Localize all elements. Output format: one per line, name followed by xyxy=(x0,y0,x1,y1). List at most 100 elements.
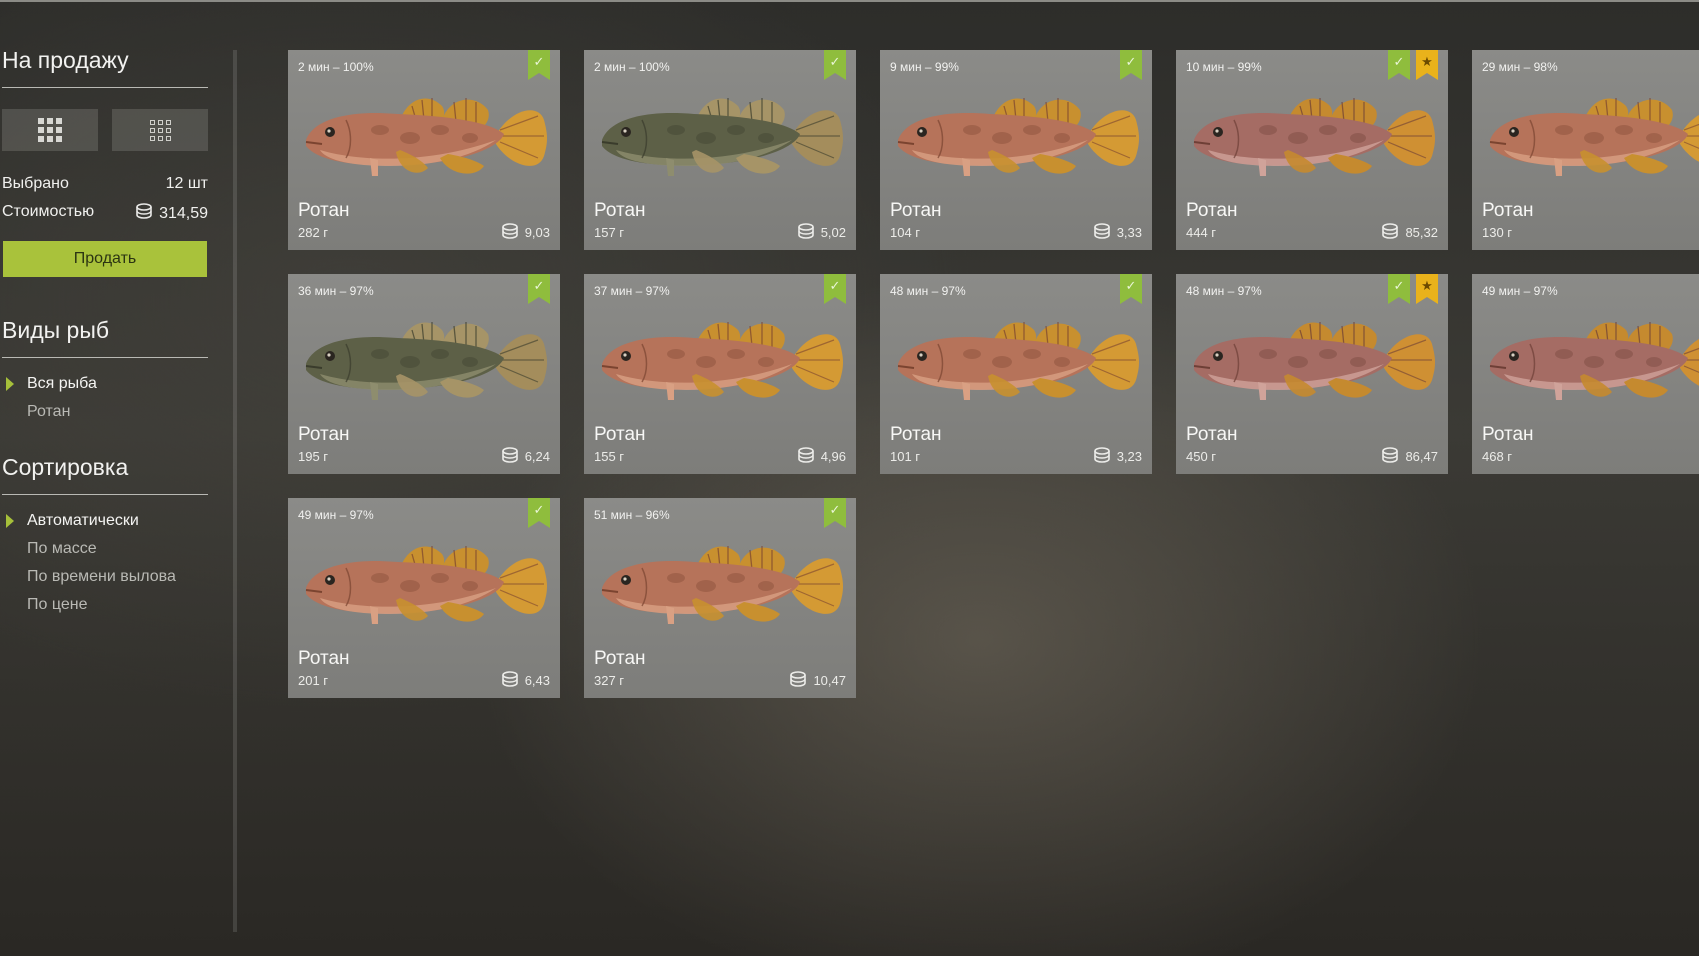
sell-button[interactable]: Продать xyxy=(3,241,207,277)
fish-weight: 101 г xyxy=(890,449,921,464)
sort-option-catch-time[interactable]: По времени вылова xyxy=(27,568,176,586)
catch-time-quality: 37 мин – 97% xyxy=(594,284,670,298)
catch-time-quality: 9 мин – 99% xyxy=(890,60,959,74)
fish-price-value: 10,47 xyxy=(813,673,846,688)
selected-check-icon[interactable]: ✓ xyxy=(1120,50,1142,80)
cost-label: Стоимостью xyxy=(2,203,95,220)
coins-icon xyxy=(1381,223,1399,242)
fish-price: 3,23 xyxy=(1093,447,1142,466)
fish-price-value: 9,03 xyxy=(524,225,550,240)
fish-image xyxy=(300,528,548,638)
fish-weight: 282 г xyxy=(298,225,329,240)
catch-time-quality: 48 мин – 97% xyxy=(890,284,966,298)
fish-price-value: 85,32 xyxy=(1405,225,1438,240)
fish-card[interactable]: 36 мин – 97% Ротан 195 г 6,24 ✓ xyxy=(288,274,560,474)
sort-option-weight[interactable]: По массе xyxy=(27,540,97,558)
fish-image xyxy=(596,528,844,638)
fish-card[interactable]: 10 мин – 99% Ротан 444 г 85,32 ✓ ★ xyxy=(1176,50,1448,250)
fish-image xyxy=(1188,80,1436,190)
species-item-rotan[interactable]: Ротан xyxy=(27,403,70,421)
fish-weight: 201 г xyxy=(298,673,329,688)
fish-name: Ротан xyxy=(1482,424,1534,445)
section-divider xyxy=(2,357,208,358)
fish-card[interactable]: 48 мин – 97% Ротан 450 г 86,47 ✓ ★ xyxy=(1176,274,1448,474)
fish-price-value: 86,47 xyxy=(1405,449,1438,464)
large-grid-view-button[interactable] xyxy=(2,109,98,151)
fish-weight: 104 г xyxy=(890,225,921,240)
fish-grid: 2 мин – 100% Ротан 282 г 9,03 ✓ 2 мин – … xyxy=(288,50,1699,710)
sort-option-auto[interactable]: Автоматически xyxy=(27,512,139,530)
coins-icon xyxy=(501,447,519,466)
section-divider xyxy=(2,87,208,88)
fish-weight: 327 г xyxy=(594,673,625,688)
fish-image xyxy=(892,80,1140,190)
fish-image xyxy=(596,304,844,414)
coins-icon xyxy=(1381,447,1399,466)
fish-card[interactable]: 51 мин – 96% Ротан 327 г 10,47 ✓ xyxy=(584,498,856,698)
fish-card[interactable]: 9 мин – 99% Ротан 104 г 3,33 ✓ xyxy=(880,50,1152,250)
catch-time-quality: 48 мин – 97% xyxy=(1186,284,1262,298)
fish-card[interactable]: 49 мин – 97% Ротан 468 г ✓ xyxy=(1472,274,1699,474)
top-divider xyxy=(0,0,1699,2)
fish-card[interactable]: 29 мин – 98% Ротан 130 г ✓ xyxy=(1472,50,1699,250)
fish-card[interactable]: 48 мин – 97% Ротан 101 г 3,23 ✓ xyxy=(880,274,1152,474)
selected-check-icon[interactable]: ✓ xyxy=(528,50,550,80)
selected-check-icon[interactable]: ✓ xyxy=(1120,274,1142,304)
fish-weight: 444 г xyxy=(1186,225,1217,240)
selected-check-icon[interactable]: ✓ xyxy=(824,498,846,528)
coins-icon xyxy=(135,203,153,224)
fish-card[interactable]: 2 мин – 100% Ротан 157 г 5,02 ✓ xyxy=(584,50,856,250)
sort-option-price[interactable]: По цене xyxy=(27,596,87,614)
catch-time-quality: 49 мин – 97% xyxy=(298,508,374,522)
fish-price: 6,24 xyxy=(501,447,550,466)
fish-price-value: 6,24 xyxy=(524,449,550,464)
fish-name: Ротан xyxy=(1482,200,1534,221)
fish-image xyxy=(300,304,548,414)
fish-weight: 130 г xyxy=(1482,225,1513,240)
coins-icon xyxy=(797,447,815,466)
fish-name: Ротан xyxy=(1186,200,1238,221)
fish-weight: 468 г xyxy=(1482,449,1513,464)
fish-price: 5,02 xyxy=(797,223,846,242)
selected-check-icon[interactable]: ✓ xyxy=(528,274,550,304)
fish-price: 10,47 xyxy=(789,671,846,690)
for-sale-title: На продажу xyxy=(2,47,129,73)
catch-time-quality: 29 мин – 98% xyxy=(1482,60,1558,74)
fish-card[interactable]: 37 мин – 97% Ротан 155 г 4,96 ✓ xyxy=(584,274,856,474)
fish-price: 86,47 xyxy=(1381,447,1438,466)
fish-name: Ротан xyxy=(594,648,646,669)
catch-time-quality: 2 мин – 100% xyxy=(298,60,374,74)
trophy-star-icon: ★ xyxy=(1416,274,1438,304)
fish-card[interactable]: 2 мин – 100% Ротан 282 г 9,03 ✓ xyxy=(288,50,560,250)
fish-name: Ротан xyxy=(594,424,646,445)
total-cost-value: 314,59 xyxy=(159,204,208,222)
fish-price: 3,33 xyxy=(1093,223,1142,242)
selected-check-icon[interactable]: ✓ xyxy=(824,50,846,80)
fish-weight: 450 г xyxy=(1186,449,1217,464)
coins-icon xyxy=(1093,223,1111,242)
catch-time-quality: 49 мин – 97% xyxy=(1482,284,1558,298)
fish-name: Ротан xyxy=(298,648,350,669)
trophy-star-icon: ★ xyxy=(1416,50,1438,80)
large-grid-icon xyxy=(38,118,62,142)
small-grid-view-button[interactable] xyxy=(112,109,208,151)
fish-price-value: 5,02 xyxy=(820,225,846,240)
sidebar-scrollbar[interactable] xyxy=(233,50,237,932)
catch-time-quality: 36 мин – 97% xyxy=(298,284,374,298)
selected-count: 12 шт xyxy=(166,175,208,193)
fish-card[interactable]: 49 мин – 97% Ротан 201 г 6,43 ✓ xyxy=(288,498,560,698)
small-grid-icon xyxy=(149,119,171,141)
selected-check-icon[interactable]: ✓ xyxy=(528,498,550,528)
fish-image xyxy=(892,304,1140,414)
fish-price-value: 4,96 xyxy=(820,449,846,464)
fish-price-value: 3,23 xyxy=(1116,449,1142,464)
selected-check-icon[interactable]: ✓ xyxy=(1388,274,1410,304)
species-item-all[interactable]: Вся рыба xyxy=(27,375,97,393)
catch-time-quality: 10 мин – 99% xyxy=(1186,60,1262,74)
coins-icon xyxy=(1093,447,1111,466)
selected-check-icon[interactable]: ✓ xyxy=(824,274,846,304)
fish-image xyxy=(300,80,548,190)
fish-name: Ротан xyxy=(594,200,646,221)
selected-check-icon[interactable]: ✓ xyxy=(1388,50,1410,80)
fish-price: 9,03 xyxy=(501,223,550,242)
